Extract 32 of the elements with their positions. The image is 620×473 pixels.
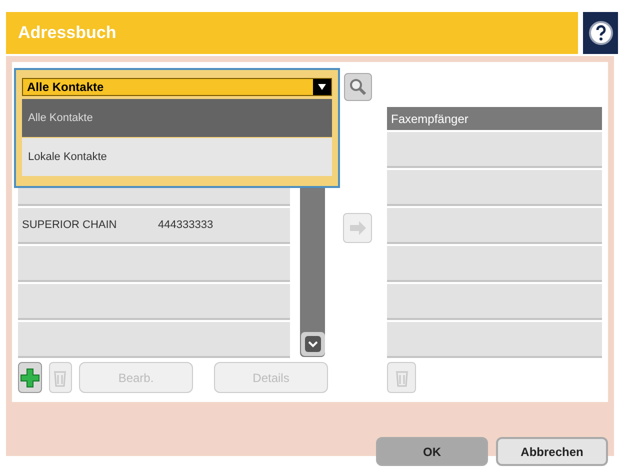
plus-icon <box>20 368 40 388</box>
recipient-row[interactable] <box>387 208 602 244</box>
search-icon <box>348 78 366 96</box>
recipient-row[interactable] <box>387 246 602 282</box>
recipient-row[interactable] <box>387 284 602 320</box>
dialog-button[interactable]: Abbrechen <box>496 437 608 466</box>
contact-row[interactable]: SUPERIOR CHAIN 444333333 <box>18 208 290 244</box>
trash-icon <box>394 368 408 386</box>
dropdown-field[interactable]: Alle Kontakte <box>22 78 332 96</box>
dropdown-option[interactable]: Alle Kontakte <box>22 99 332 137</box>
add-button[interactable] <box>18 362 42 393</box>
add-recipient-button[interactable] <box>343 213 372 243</box>
dropdown-option[interactable]: Lokale Kontakte <box>22 138 332 176</box>
recipients-header: Faxempfänger <box>387 107 602 130</box>
recipient-row[interactable] <box>387 322 602 358</box>
recipient-row[interactable] <box>387 132 602 168</box>
trash-icon <box>53 368 68 386</box>
dialog-button[interactable]: OK <box>376 437 488 466</box>
help-icon <box>588 20 614 46</box>
caret-icon <box>313 79 331 95</box>
arrow-right-icon <box>348 221 366 235</box>
delete-recipient-button[interactable] <box>387 362 416 393</box>
recipient-row[interactable] <box>387 170 602 206</box>
contact-name: SUPERIOR CHAIN <box>22 218 118 233</box>
window-title: Adressbuch <box>18 22 116 44</box>
search-button[interactable] <box>344 73 372 101</box>
contact-number: 444333333 <box>158 218 214 233</box>
help-button[interactable] <box>583 12 618 54</box>
dropdown-value: Alle Kontakte <box>27 79 104 96</box>
chevron-down-icon <box>304 335 322 353</box>
delete-button[interactable] <box>48 362 72 393</box>
scroll-down-button[interactable] <box>301 332 325 356</box>
